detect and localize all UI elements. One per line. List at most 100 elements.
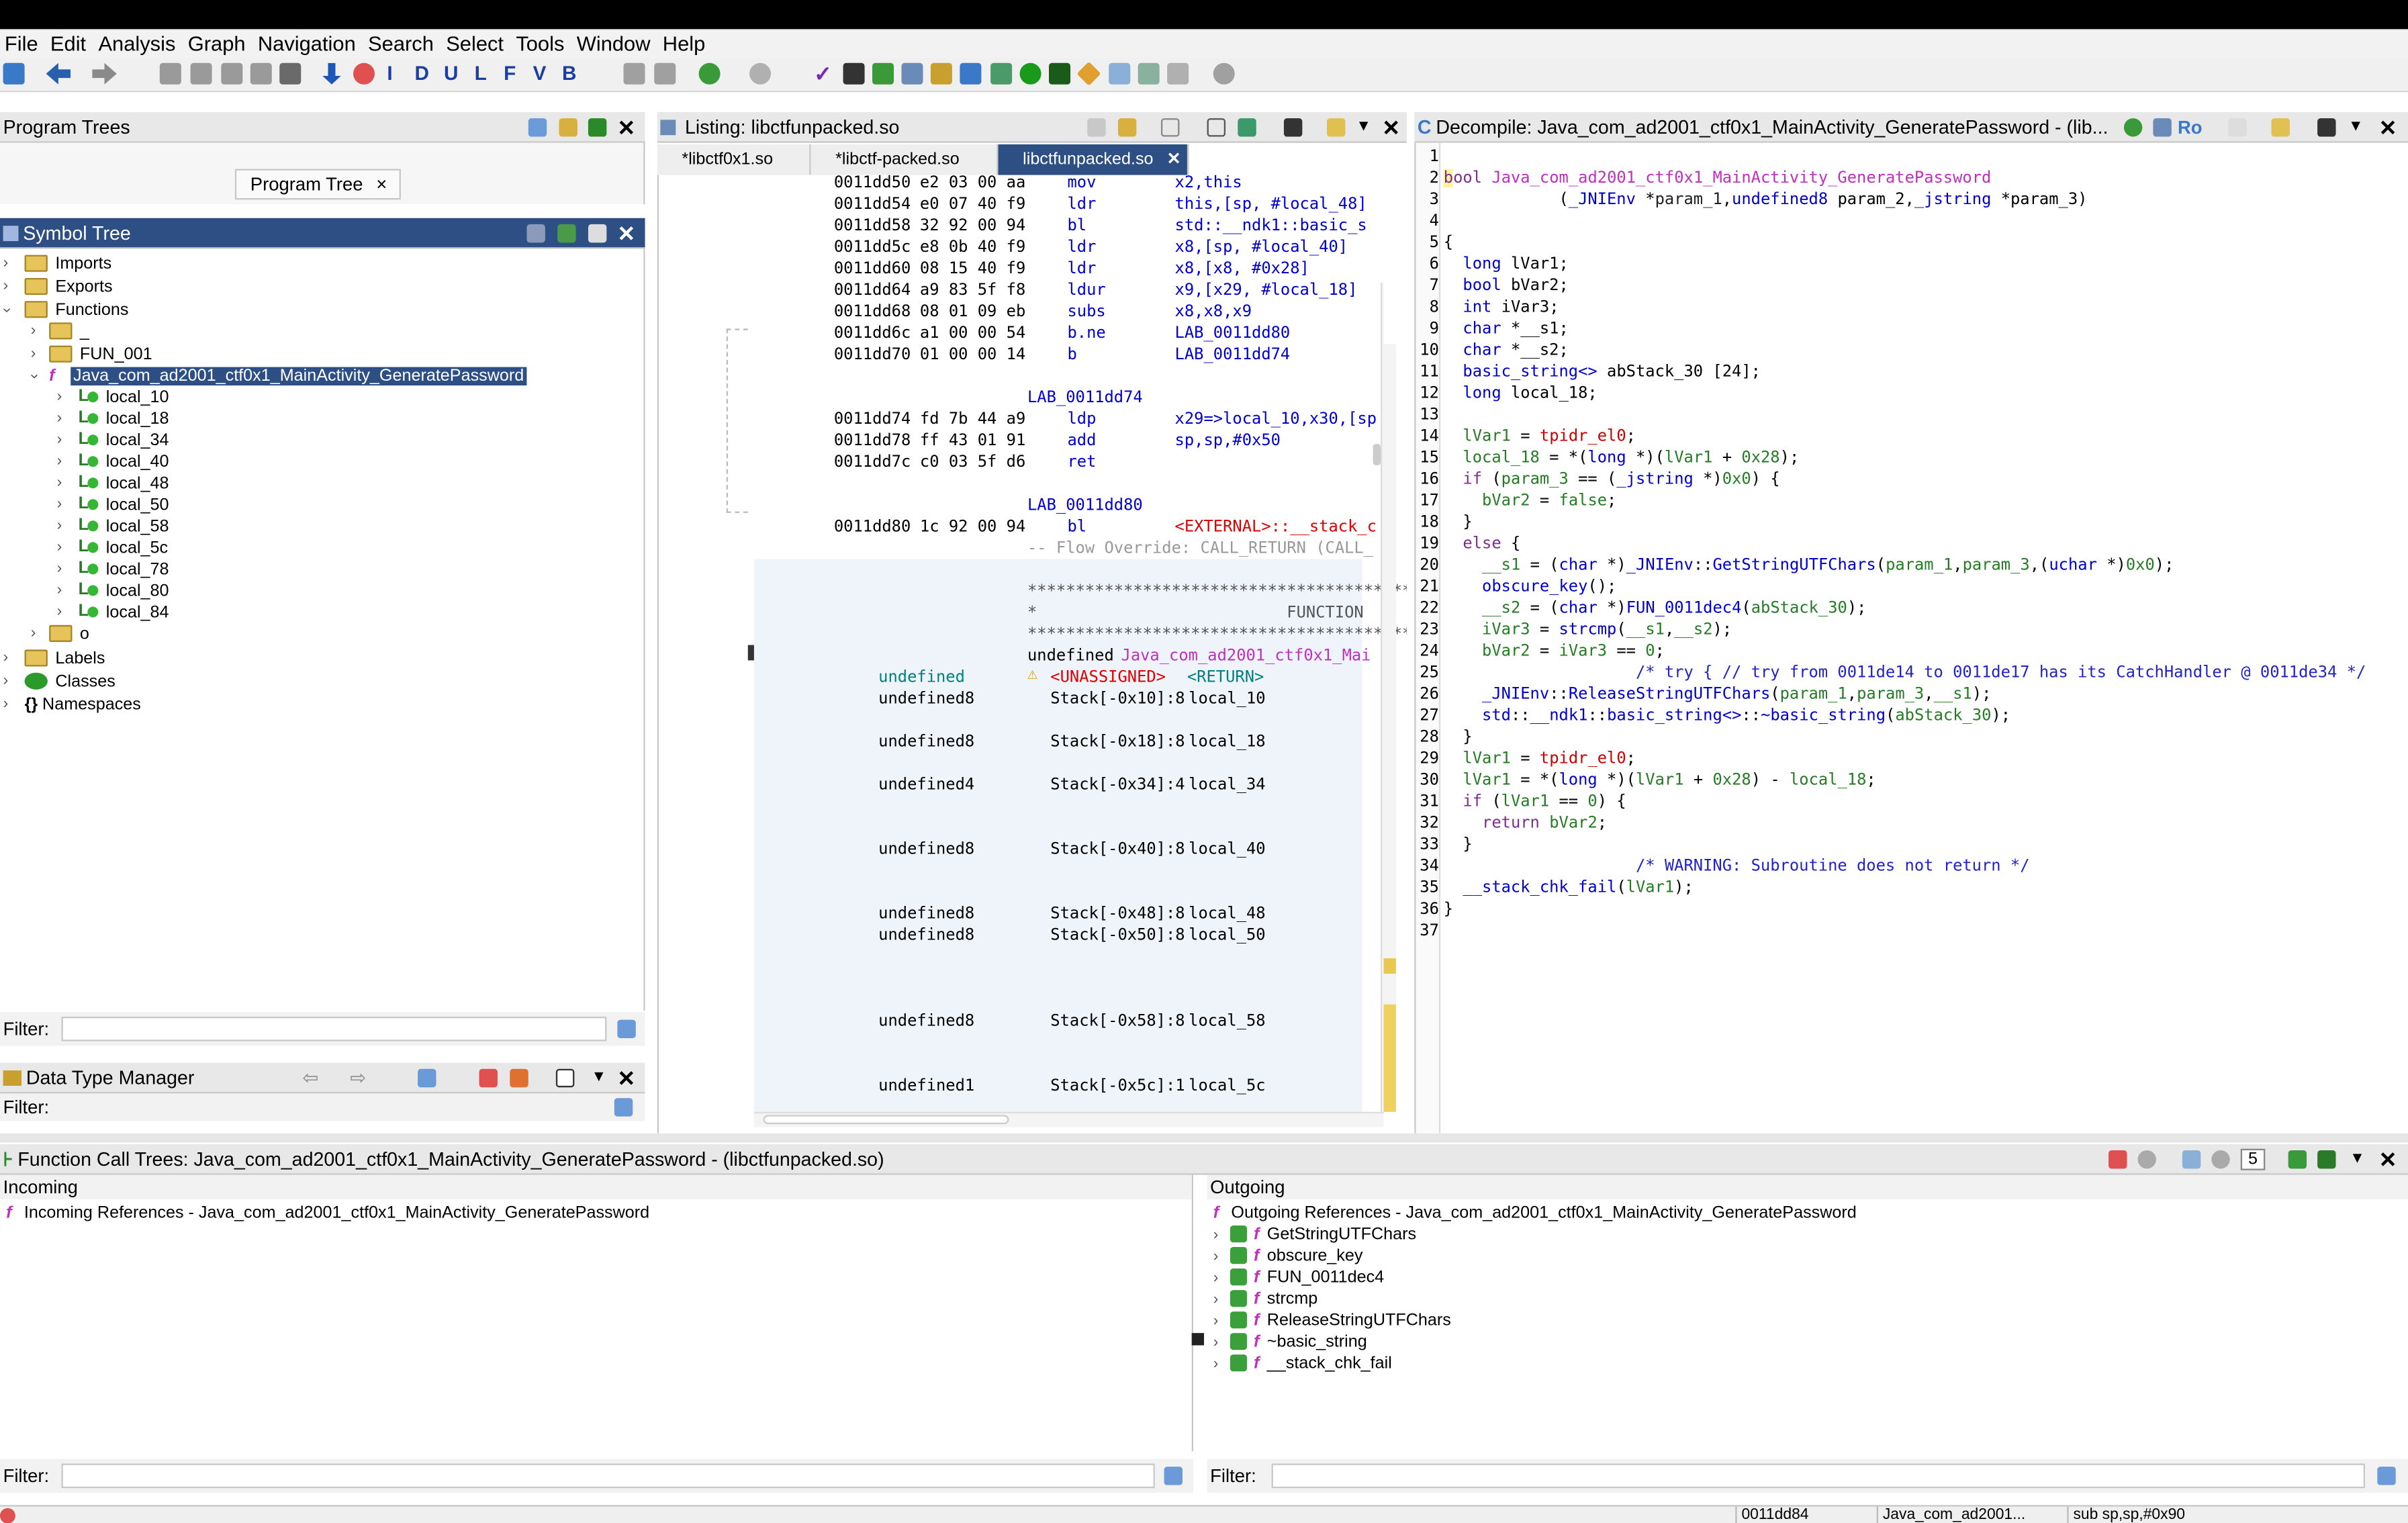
nav-icon-2[interactable] bbox=[190, 62, 212, 85]
camera-icon[interactable] bbox=[588, 224, 607, 243]
code-line[interactable]: 17 bVar2 = false; bbox=[1416, 490, 2399, 512]
dtm-collapse-icon[interactable] bbox=[555, 1068, 575, 1088]
menu-file[interactable]: File bbox=[5, 32, 38, 55]
code-line[interactable]: 19 else { bbox=[1416, 533, 2399, 555]
redo-icon[interactable] bbox=[749, 62, 772, 85]
code-line[interactable]: 28 } bbox=[1416, 727, 2399, 748]
expand-icon[interactable]: › bbox=[3, 648, 9, 670]
tree-item-o[interactable]: › o bbox=[31, 624, 89, 645]
home-icon[interactable] bbox=[2109, 1150, 2127, 1169]
h-scroll-thumb[interactable] bbox=[763, 1115, 1009, 1125]
code-line[interactable]: 30 lVar1 = *(long *)(lVar1 + 0x28) - loc… bbox=[1416, 770, 2399, 791]
back-arrow-icon[interactable]: ⇦ bbox=[303, 1063, 319, 1092]
v-icon[interactable]: V bbox=[533, 62, 555, 85]
refresh-icon[interactable] bbox=[2137, 1150, 2156, 1169]
tree-item-local[interactable]: › local_58 bbox=[57, 514, 169, 537]
splitter[interactable] bbox=[0, 1133, 2408, 1143]
tree-item-local[interactable]: › local_10 bbox=[57, 385, 169, 408]
outgoing-item[interactable]: › f ReleaseStringUTFChars bbox=[1213, 1310, 1451, 1333]
code-line[interactable]: 35 __stack_chk_fail(lVar1); bbox=[1416, 877, 2399, 898]
tree-item-local[interactable]: › local_48 bbox=[57, 471, 169, 494]
tool-icon-12[interactable] bbox=[1138, 62, 1160, 85]
tree-item-local[interactable]: › local_84 bbox=[57, 600, 169, 624]
code-line[interactable]: 3 (_JNIEnv *param_1,undefined8 param_2,_… bbox=[1416, 189, 2399, 210]
d-icon[interactable]: D bbox=[414, 62, 436, 85]
forward-arrow-icon[interactable] bbox=[92, 62, 117, 85]
tool-icon-11[interactable] bbox=[1109, 62, 1131, 85]
incoming-ref-row[interactable]: f Incoming References - Java_com_ad2001_c… bbox=[6, 1203, 649, 1224]
export-icon[interactable] bbox=[2288, 1150, 2307, 1169]
menu-navigation[interactable]: Navigation bbox=[258, 32, 356, 55]
layout-icon[interactable] bbox=[1326, 118, 1346, 137]
expand-icon[interactable]: › bbox=[57, 580, 62, 602]
eye-icon[interactable] bbox=[2211, 1150, 2230, 1169]
tree-item-imports[interactable]: › Imports bbox=[3, 253, 111, 275]
tab-close-icon[interactable]: × bbox=[376, 171, 387, 198]
scroll-thumb[interactable] bbox=[1373, 443, 1381, 465]
tab-libctf0x1[interactable]: *libctf0x1.so bbox=[657, 144, 811, 175]
edit-icon[interactable] bbox=[2271, 118, 2290, 137]
expand-icon[interactable]: › bbox=[3, 253, 9, 275]
refresh-icon[interactable] bbox=[2123, 118, 2143, 137]
menu-window[interactable]: Window bbox=[577, 32, 651, 55]
tree-item-local[interactable]: › local_80 bbox=[57, 579, 169, 602]
dtm-filter-icon[interactable] bbox=[479, 1068, 498, 1088]
add-icon[interactable] bbox=[528, 118, 547, 137]
outgoing-item[interactable]: › f obscure_key bbox=[1213, 1246, 1362, 1268]
expand-icon[interactable]: › bbox=[57, 408, 62, 430]
expand-icon[interactable]: › bbox=[1213, 1356, 1219, 1373]
tree-item-local[interactable]: › local_18 bbox=[57, 407, 169, 430]
expand-icon[interactable]: › bbox=[1213, 1313, 1219, 1330]
horizontal-scrollbar[interactable] bbox=[753, 1111, 1384, 1127]
nav-icon-3[interactable] bbox=[221, 62, 243, 85]
code-line[interactable]: 11 basic_string<> abStack_30 [24]; bbox=[1416, 361, 2399, 382]
code-line[interactable]: 22 __s2 = (char *)FUN_0011dec4(abStack_3… bbox=[1416, 598, 2399, 619]
code-line[interactable]: 31 if (lVar1 == 0) { bbox=[1416, 791, 2399, 813]
expand-icon[interactable]: › bbox=[57, 537, 62, 559]
close-icon[interactable]: ✕ bbox=[617, 1063, 635, 1092]
code-line[interactable]: 18 } bbox=[1416, 512, 2399, 533]
collapse-icon[interactable]: › bbox=[23, 373, 44, 379]
expand-icon[interactable]: › bbox=[31, 321, 36, 342]
listing-tool-icon[interactable] bbox=[1207, 118, 1226, 137]
expand-icon[interactable]: › bbox=[57, 473, 62, 494]
tool-icon-5[interactable] bbox=[901, 62, 923, 85]
u-icon[interactable]: U bbox=[444, 62, 465, 85]
menu-edit[interactable]: Edit bbox=[50, 32, 86, 55]
menu-select[interactable]: Select bbox=[446, 32, 504, 55]
code-line[interactable]: 2 bool Java_com_ad2001_ctf0x1_MainActivit… bbox=[1416, 167, 2399, 189]
tab-libctf-packed[interactable]: *libctf-packed.so bbox=[811, 144, 999, 175]
code-line[interactable]: 13 bbox=[1416, 404, 2399, 425]
tool-icon-3[interactable] bbox=[843, 62, 865, 85]
menu-tools[interactable]: Tools bbox=[516, 32, 564, 55]
code-line[interactable]: 10 char *__s2; bbox=[1416, 339, 2399, 361]
down-arrow-icon[interactable] bbox=[322, 62, 341, 85]
expand-icon[interactable]: › bbox=[57, 516, 62, 537]
filter-options-icon[interactable] bbox=[617, 1019, 636, 1039]
check-icon[interactable]: ✓ bbox=[814, 63, 835, 85]
dtm-menu-icon[interactable]: ▼ bbox=[591, 1063, 606, 1092]
decompile-menu-icon[interactable]: ▼ bbox=[2348, 112, 2364, 141]
close-icon[interactable]: ✕ bbox=[2379, 1144, 2397, 1173]
back-arrow-icon[interactable] bbox=[46, 62, 71, 85]
b-icon[interactable]: B bbox=[562, 62, 584, 85]
tree-item-fun001[interactable]: › FUN_001 bbox=[31, 344, 152, 365]
tree-item-selected-function[interactable]: › f Java_com_ad2001_ctf0x1_MainActivity_Ge… bbox=[26, 365, 527, 387]
code-line[interactable]: 6 long lVar1; bbox=[1416, 253, 2399, 275]
code-line[interactable]: 24 bVar2 = iVar3 == 0; bbox=[1416, 641, 2399, 662]
code-line[interactable]: 27 std::__ndk1::basic_string<>::~basic_s… bbox=[1416, 705, 2399, 727]
nav-icon-1[interactable] bbox=[159, 62, 181, 85]
camera-icon[interactable] bbox=[1283, 118, 1303, 137]
tool-icon-13[interactable] bbox=[1167, 62, 1189, 85]
menu-analysis[interactable]: Analysis bbox=[98, 32, 175, 55]
dtm-filter2-icon[interactable] bbox=[510, 1068, 528, 1088]
expand-icon[interactable]: › bbox=[57, 387, 62, 408]
code-line[interactable]: 25 /* try { // try from 0011de14 to 0011… bbox=[1416, 662, 2399, 684]
tool-icon-9[interactable] bbox=[1049, 62, 1071, 85]
expand-icon[interactable]: › bbox=[31, 624, 36, 645]
tab-libctfunpacked[interactable]: libctfunpacked.so ✕ bbox=[998, 144, 1189, 175]
camera-icon[interactable] bbox=[2317, 118, 2336, 137]
depth-field[interactable]: 5 bbox=[2240, 1148, 2266, 1170]
menu-help[interactable]: Help bbox=[663, 32, 705, 55]
menu-search[interactable]: Search bbox=[368, 32, 434, 55]
